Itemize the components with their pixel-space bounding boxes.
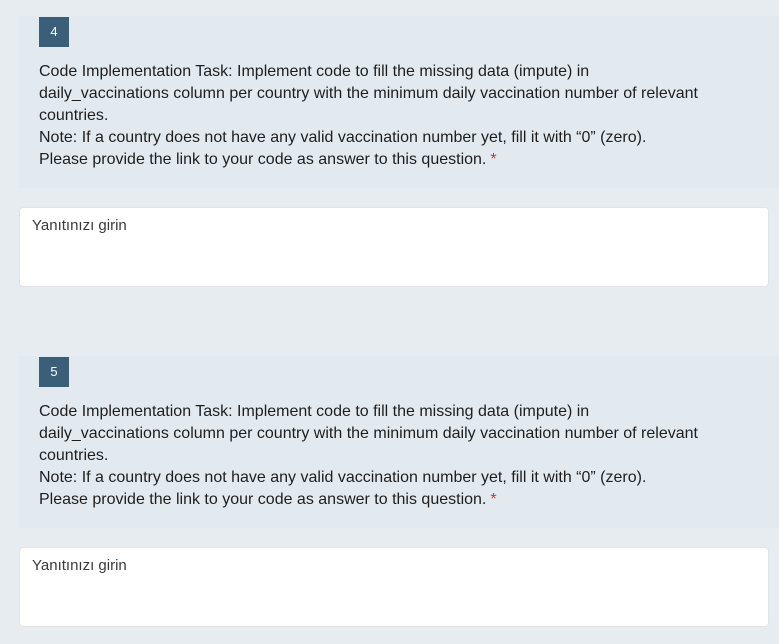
question-line: Code Implementation Task: Implement code…: [39, 63, 590, 80]
question-text: Code Implementation Task: Implement code…: [39, 401, 759, 511]
question-line-text: Please provide the link to your code as …: [39, 491, 487, 508]
question-line: Please provide the link to your code as …: [39, 489, 759, 511]
question-line: daily_vaccinations column per country wi…: [39, 85, 698, 102]
question-line: Please provide the link to your code as …: [39, 149, 759, 171]
question-card: 5 Code Implementation Task: Implement co…: [19, 356, 779, 528]
question-line: Note: If a country does not have any val…: [39, 129, 647, 146]
answer-placeholder: Yanıtınızı girin: [32, 557, 127, 574]
required-marker: *: [490, 151, 497, 168]
question-line: Note: If a country does not have any val…: [39, 469, 647, 486]
answer-input[interactable]: Yanıtınızı girin: [19, 547, 769, 627]
answer-placeholder: Yanıtınızı girin: [32, 217, 127, 234]
answer-input[interactable]: Yanıtınızı girin: [19, 207, 769, 287]
question-line-text: Please provide the link to your code as …: [39, 151, 487, 168]
question-line: countries.: [39, 107, 109, 124]
question-line: daily_vaccinations column per country wi…: [39, 425, 698, 442]
question-number-badge: 4: [39, 17, 69, 47]
question-line: countries.: [39, 447, 109, 464]
question-card: 4 Code Implementation Task: Implement co…: [19, 16, 779, 188]
required-marker: *: [490, 491, 497, 508]
question-text: Code Implementation Task: Implement code…: [39, 61, 759, 171]
question-line: Code Implementation Task: Implement code…: [39, 403, 590, 420]
question-number-badge: 5: [39, 357, 69, 387]
